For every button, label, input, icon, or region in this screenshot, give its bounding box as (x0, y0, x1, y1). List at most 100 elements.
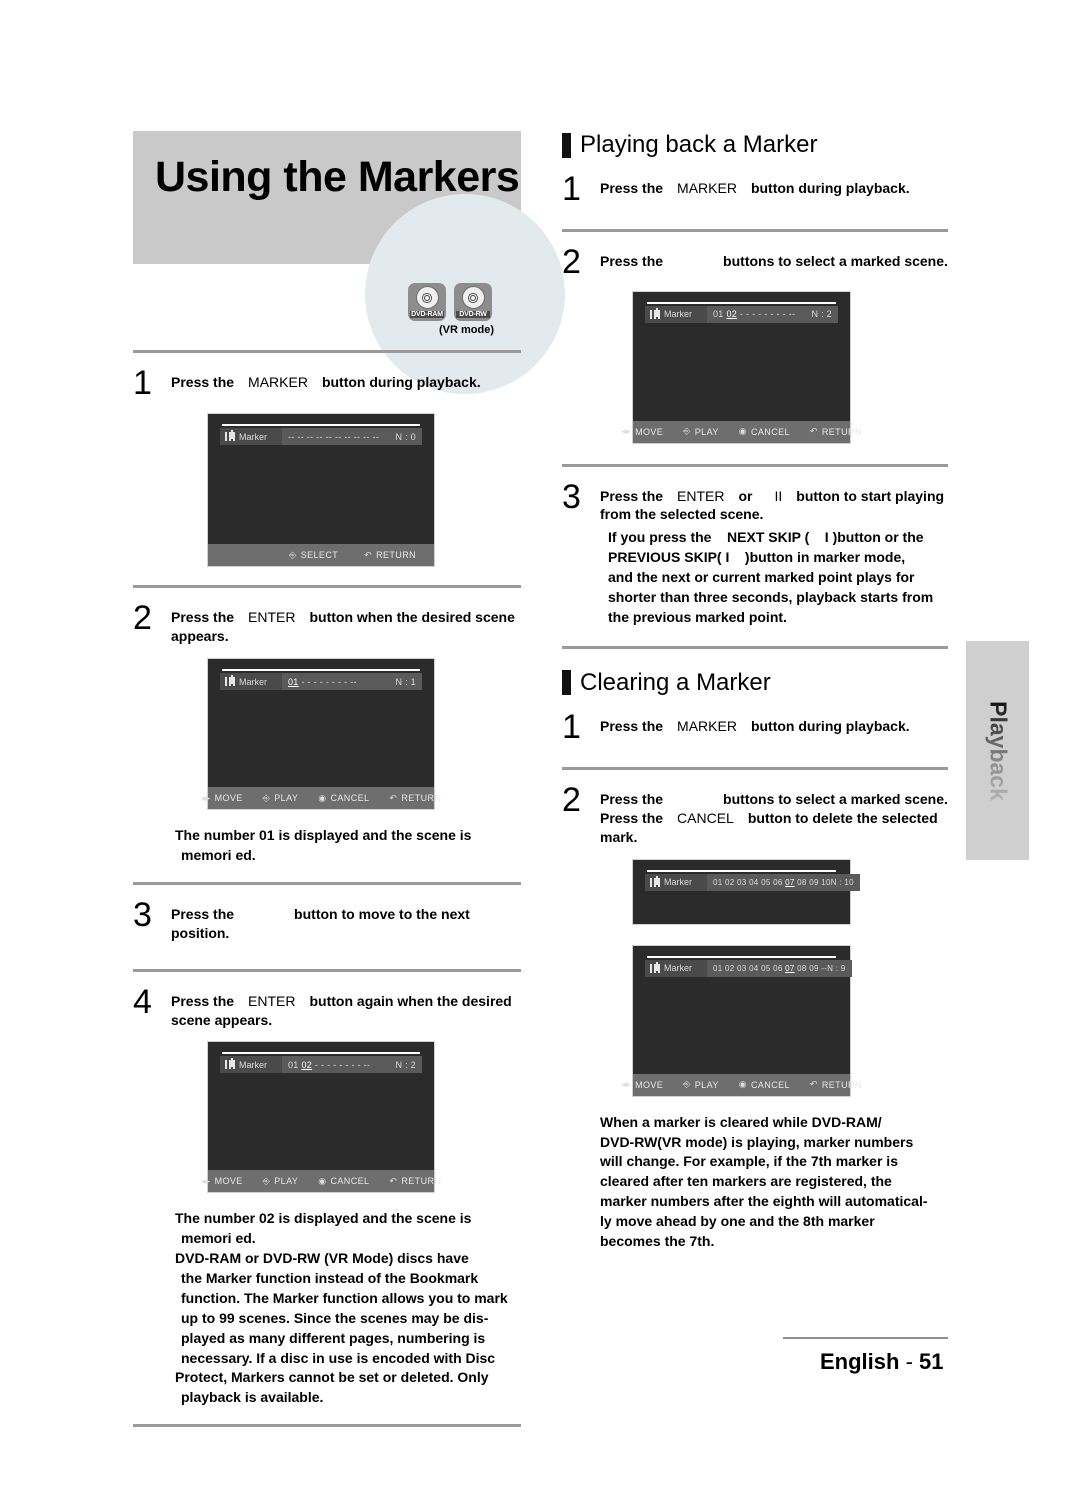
osd-footer-button-play[interactable]: ⎆ PLAY (263, 793, 299, 804)
marker-icon (650, 877, 660, 887)
osd-footer-button-play[interactable]: ⎆ PLAY (683, 426, 719, 437)
osd-footer-label: RETURN (821, 1079, 862, 1090)
step-text: button during playback. (321, 374, 481, 390)
return-glyph: ↶ (389, 792, 398, 803)
osd-footer-button-return[interactable]: ↶ RETURN (389, 1176, 441, 1187)
osd-footer-label: MOVE (635, 1079, 664, 1090)
osd-footer-label: SELECT (300, 550, 339, 561)
step-text: Press the (600, 791, 664, 808)
osd-screen-marker-empty: Marker -- -- -- -- -- -- -- -- -- -- N :… (207, 413, 435, 568)
osd-panel-label: Marker (239, 1059, 268, 1070)
step-number: 2 (562, 243, 581, 282)
move-glyph: ◂▸ (200, 1175, 211, 1186)
note-line: The number 01 is displayed and the scene… (175, 827, 472, 844)
osd-topline (647, 955, 836, 958)
step-text: or (738, 487, 753, 504)
button-key-cancel: CANCEL (677, 809, 734, 826)
right-clearing-note: When a marker is cleared while DVD-RAM/ … (600, 1113, 948, 1252)
enter-glyph: ⎆ (262, 1175, 271, 1186)
osd-footer-button-select[interactable]: ⎆ SELECT (289, 550, 338, 561)
marker-icon (650, 309, 660, 319)
osd-topline (647, 869, 836, 872)
step-text: mark. (600, 828, 638, 845)
osd-panel-label: Marker (664, 309, 693, 320)
osd-footer-label: PLAY (274, 793, 299, 804)
disc-badge-label: DVD-RAM (410, 311, 444, 318)
osd-footer-button-return[interactable]: ↶ RETURN (810, 1079, 862, 1090)
move-glyph: ◂▸ (200, 792, 211, 803)
osd-footer-label: CANCEL (330, 793, 370, 804)
osd-footer-button-return[interactable]: ↶ RETURN (364, 550, 416, 561)
osd-footer-button-play[interactable]: ⎆ PLAY (683, 1079, 719, 1090)
note-line: necessary. If a disc in use is encoded w… (181, 1349, 496, 1366)
cancel-glyph: ◉ (318, 1175, 327, 1186)
right-playing-step-1: 1 Press the MARKER button during playback. (562, 172, 948, 206)
osd-marker-bar: Marker 01 02 03 04 05 06 07 08 09 10 N :… (645, 873, 860, 891)
right-clearing-step-1: 1 Press the MARKER button during playback. (562, 710, 948, 744)
footer-page-indicator: English - 51 (820, 1349, 944, 1375)
note-line: the Marker function instead of the Bookm… (181, 1270, 479, 1287)
osd-footer-label: MOVE (214, 1176, 243, 1187)
note-line: cleared after ten markers are registered… (600, 1173, 892, 1190)
disc-icon (415, 286, 439, 309)
osd-footer-button-return[interactable]: ↶ RETURN (810, 426, 862, 437)
divider (562, 767, 948, 771)
right-clearing-step-2: 2 Press the buttons to select a marked sc… (562, 783, 948, 847)
osd-footer-button-cancel[interactable]: ◉ CANCEL (318, 793, 369, 804)
osd-marker-bar: Marker -- -- -- -- -- -- -- -- -- -- N :… (220, 428, 422, 446)
marker-icon (650, 963, 660, 973)
button-key-enter: ENTER (248, 992, 296, 1009)
osd-footer-button-return[interactable]: ↶ RETURN (389, 793, 441, 804)
step-number: 3 (133, 895, 152, 934)
osd-footer-label: MOVE (214, 793, 243, 804)
osd-count: N : 9 (827, 963, 846, 973)
step-number: 1 (133, 364, 152, 402)
note-line: up to 99 scenes. Since the scenes may be… (181, 1309, 489, 1326)
step-text: scene appears. (171, 1011, 273, 1028)
osd-footer-button-cancel[interactable]: ◉ CANCEL (739, 426, 790, 437)
button-key-marker: MARKER (248, 374, 308, 390)
osd-count: N : 10 (830, 877, 854, 887)
step-number: 4 (133, 982, 152, 1021)
note-line: When a marker is cleared while DVD-RAM/ (600, 1113, 882, 1130)
note-line: marker numbers after the eighth will aut… (600, 1193, 928, 1210)
note-line: ly move ahead by one and the 8th marker (600, 1213, 875, 1230)
right-column: Playing back a Marker 1 Press the MARKER b… (562, 131, 948, 1252)
osd-footer-label: PLAY (694, 426, 719, 437)
button-key-enter: ENTER (677, 487, 725, 504)
osd-footer-button-move[interactable]: ◂▸ MOVE (621, 426, 663, 437)
heading-accent-bar (562, 132, 571, 158)
step-text: appears. (171, 628, 229, 645)
osd-footer-label: RETURN (376, 550, 416, 561)
right-playing-step-3: 3 Press the ENTER or II button to start play… (562, 479, 948, 628)
return-glyph: ↶ (364, 549, 373, 560)
step-text: Press the (600, 717, 664, 734)
osd-topline (647, 301, 836, 304)
enter-glyph: ⎆ (289, 549, 297, 560)
disc-badge-dvd-rw: DVD-RW (454, 283, 492, 321)
step-text: button to delete the selected (747, 809, 938, 826)
note-line: Protect, Markers cannot be set or delete… (175, 1369, 489, 1386)
enter-glyph: ⎆ (683, 1079, 691, 1090)
note-line: function. The Marker function allows you… (181, 1289, 508, 1306)
divider (133, 350, 521, 353)
step-text: from the selected scene. (600, 506, 764, 523)
osd-footer-button-move[interactable]: ◂▸ MOVE (621, 1079, 663, 1090)
osd-footer-button-cancel[interactable]: ◉ CANCEL (318, 1176, 369, 1187)
footer-language: English (820, 1349, 900, 1374)
osd-slots-after: - - - - - - - - -- (314, 1059, 371, 1070)
osd-count: N : 2 (811, 309, 832, 320)
footer-divider (783, 1337, 948, 1339)
osd-footer-label: RETURN (821, 426, 862, 437)
section-heading-clearing: Clearing a Marker (562, 669, 948, 697)
osd-footer-button-move[interactable]: ◂▸ MOVE (201, 1176, 243, 1187)
left-note-after-step-4: The number 02 is displayed and the scene… (175, 1209, 521, 1408)
left-step-1: 1 Press the MARKER button during playback. (133, 364, 521, 402)
osd-footer-label: RETURN (401, 1176, 442, 1187)
osd-slots-before: 01 (713, 309, 724, 320)
osd-footer-button-play[interactable]: ⎆ PLAY (263, 1176, 299, 1187)
osd-footer: ◂▸ MOVE ⎆ PLAY ◉ CANCEL ↶ RETURN (201, 787, 441, 810)
footer-page-number: 51 (919, 1349, 944, 1374)
osd-footer-button-move[interactable]: ◂▸ MOVE (201, 793, 243, 804)
osd-footer-button-cancel[interactable]: ◉ CANCEL (739, 1079, 790, 1090)
